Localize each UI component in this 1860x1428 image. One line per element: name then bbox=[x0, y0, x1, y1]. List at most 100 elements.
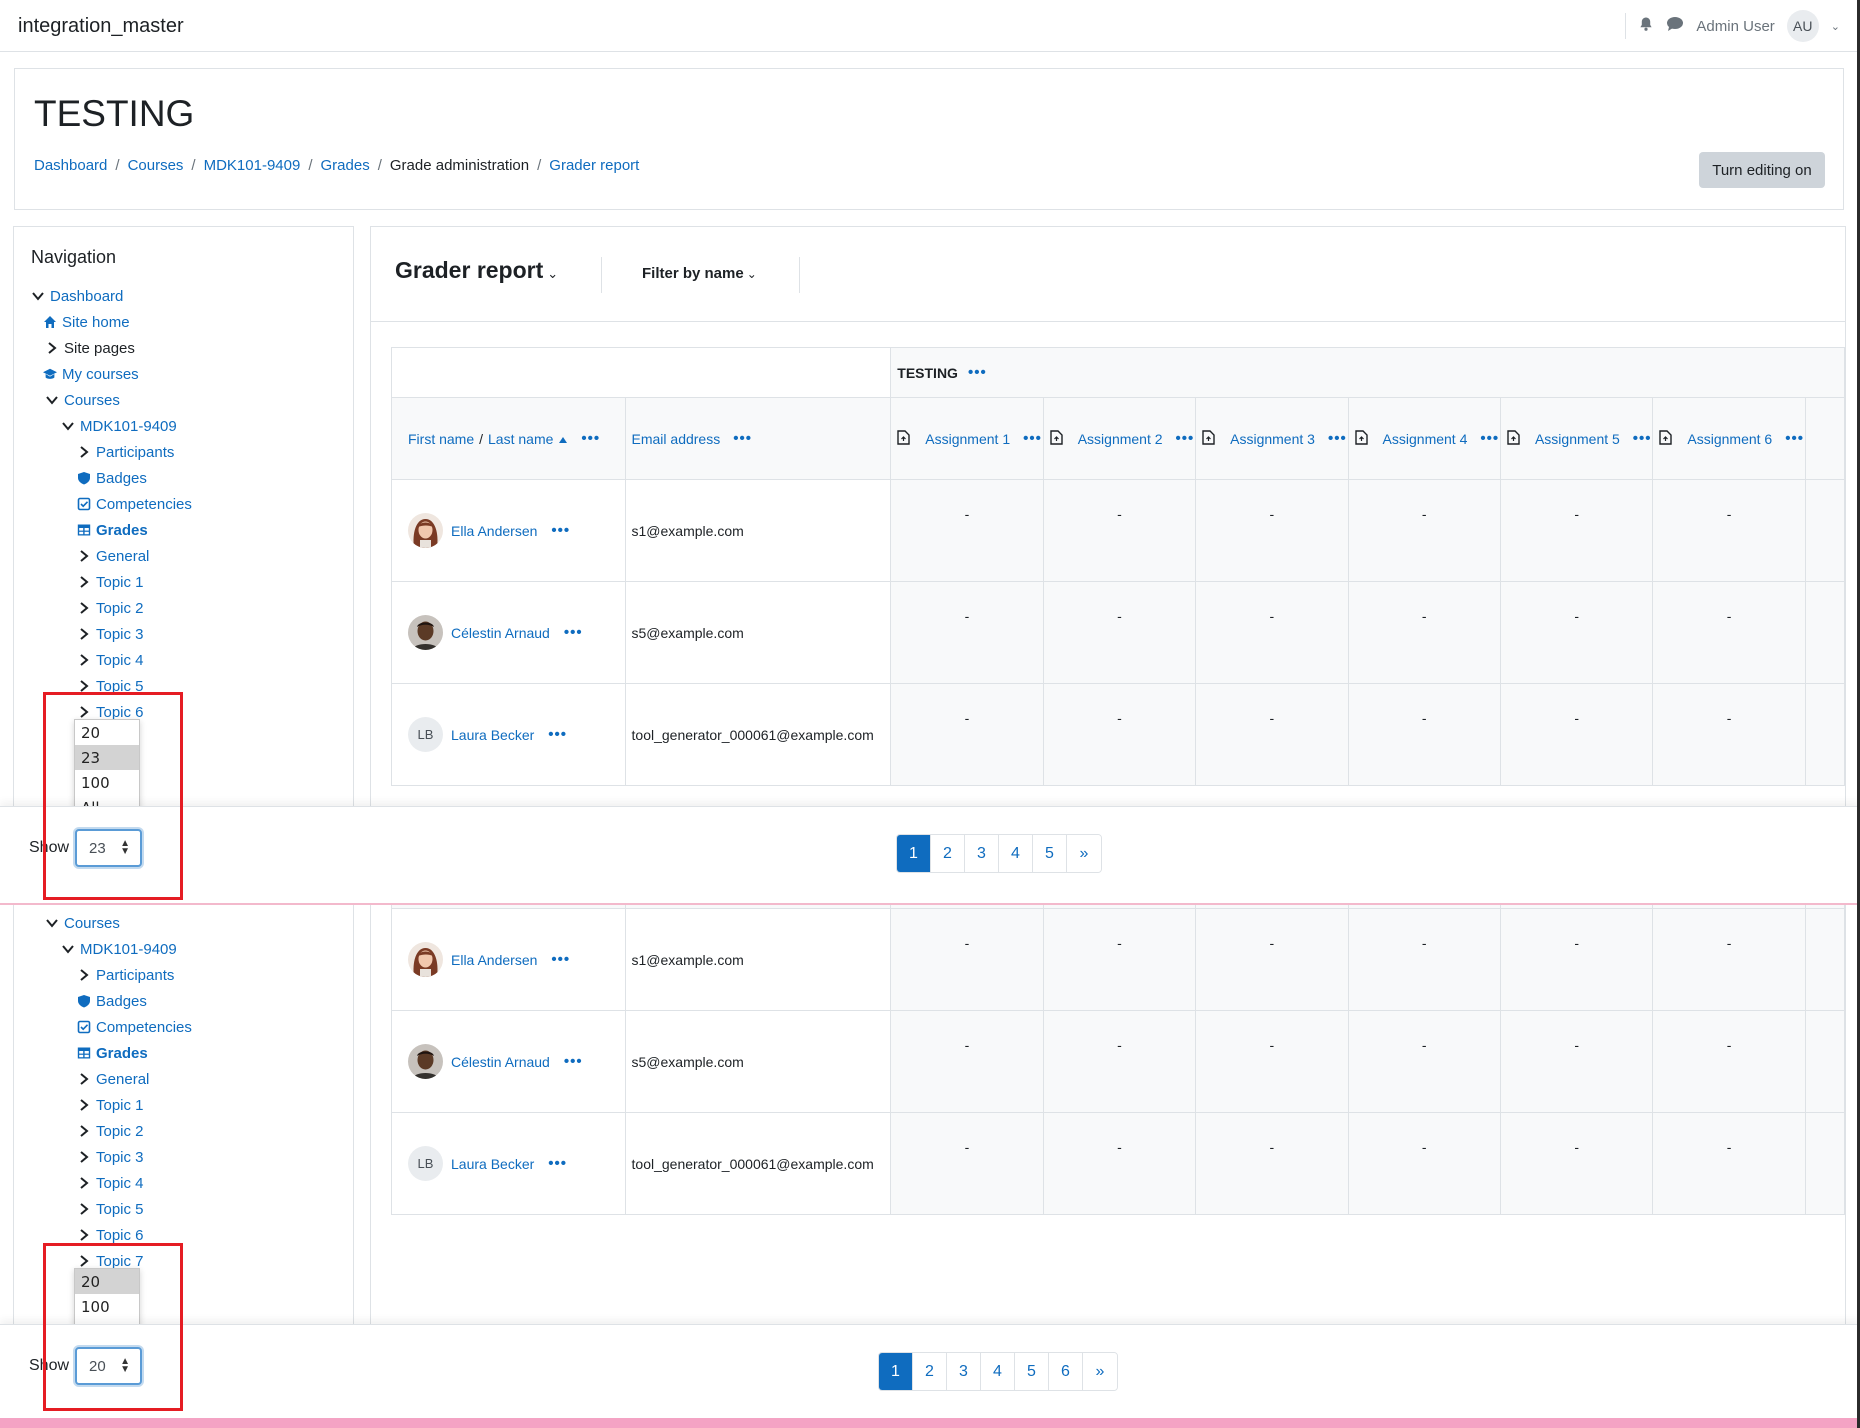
page-link-4[interactable]: 4 bbox=[981, 1353, 1015, 1390]
grade-cell[interactable]: - bbox=[1195, 683, 1349, 786]
nav-item-label[interactable]: Competencies bbox=[96, 1019, 192, 1036]
nav-item-label[interactable]: Topic 1 bbox=[96, 574, 144, 591]
assignment-link[interactable]: Assignment 6 bbox=[1687, 431, 1772, 447]
nav-general[interactable]: General bbox=[76, 1068, 149, 1090]
breadcrumb-courses[interactable]: Courses bbox=[128, 157, 184, 174]
more-actions-icon[interactable]: ••• bbox=[1480, 430, 1499, 447]
more-actions-icon[interactable]: ••• bbox=[548, 726, 567, 743]
nav-item-label[interactable]: Topic 6 bbox=[96, 704, 144, 721]
grade-cell[interactable]: - bbox=[1195, 908, 1349, 1011]
grade-cell[interactable]: - bbox=[1042, 683, 1197, 786]
nav-topic-1[interactable]: Topic 1 bbox=[76, 1094, 144, 1116]
nav-item-label[interactable]: Topic 3 bbox=[96, 626, 144, 643]
grade-cell[interactable]: - bbox=[1347, 581, 1501, 684]
per-page-select[interactable]: 23 ▲ ▼ bbox=[75, 829, 142, 867]
breadcrumb-grader-report[interactable]: Grader report bbox=[549, 157, 639, 174]
email-header-link[interactable]: Email address bbox=[632, 431, 721, 447]
nav-topic-2[interactable]: Topic 2 bbox=[76, 597, 144, 619]
student-name-link[interactable]: Célestin Arnaud bbox=[451, 625, 550, 641]
page-link-5[interactable]: 5 bbox=[1033, 835, 1067, 872]
student-name-link[interactable]: Ella Andersen bbox=[451, 523, 537, 539]
grade-cell[interactable]: - bbox=[1195, 581, 1349, 684]
more-actions-icon[interactable]: ••• bbox=[551, 522, 570, 539]
page-link-3[interactable]: 3 bbox=[947, 1353, 981, 1390]
nav-item-label[interactable]: Courses bbox=[64, 392, 120, 409]
chevron-down-icon[interactable]: ⌄ bbox=[1831, 20, 1840, 33]
nav-item-label[interactable]: MDK101-9409 bbox=[80, 418, 177, 435]
grade-cell[interactable]: - bbox=[1652, 1010, 1806, 1113]
nav-badges[interactable]: Badges bbox=[76, 990, 147, 1012]
more-actions-icon[interactable]: ••• bbox=[733, 430, 752, 447]
grade-cell[interactable]: - bbox=[890, 1010, 1044, 1113]
nav-topic-6[interactable]: Topic 6 bbox=[76, 1224, 144, 1246]
student-name-link[interactable]: Ella Andersen bbox=[451, 952, 537, 968]
nav-site-pages[interactable]: Site pages bbox=[44, 337, 135, 359]
chat-bubble-icon[interactable] bbox=[1666, 16, 1684, 37]
grade-cell[interactable]: - bbox=[1347, 479, 1501, 582]
page-link-1[interactable]: 1 bbox=[897, 835, 931, 872]
nav-item-label[interactable]: Topic 4 bbox=[96, 652, 144, 669]
grade-cell[interactable]: - bbox=[890, 479, 1044, 582]
page-link-next[interactable]: » bbox=[1083, 1353, 1117, 1390]
student-name-link[interactable]: Célestin Arnaud bbox=[451, 1054, 550, 1070]
sort-last-name-link[interactable]: Last name bbox=[488, 431, 553, 447]
site-brand[interactable]: integration_master bbox=[18, 15, 184, 38]
nav-dashboard[interactable]: Dashboard bbox=[30, 285, 123, 307]
nav-item-label[interactable]: Participants bbox=[96, 444, 174, 461]
student-name-link[interactable]: Laura Becker bbox=[451, 1156, 534, 1172]
nav-course-mdk101[interactable]: MDK101-9409 bbox=[60, 938, 177, 960]
more-actions-icon[interactable]: ••• bbox=[968, 364, 987, 381]
nav-topic-3[interactable]: Topic 3 bbox=[76, 1146, 144, 1168]
breadcrumb-grades[interactable]: Grades bbox=[321, 157, 370, 174]
per-page-select[interactable]: 20 ▲ ▼ bbox=[75, 1347, 142, 1385]
more-actions-icon[interactable]: ••• bbox=[1176, 430, 1195, 447]
grade-cell[interactable]: - bbox=[1652, 683, 1806, 786]
nav-item-label[interactable]: Topic 2 bbox=[96, 600, 144, 617]
nav-participants[interactable]: Participants bbox=[76, 441, 174, 463]
page-link-3[interactable]: 3 bbox=[965, 835, 999, 872]
grade-cell[interactable]: - bbox=[1042, 1112, 1197, 1215]
nav-grades[interactable]: Grades bbox=[76, 1042, 148, 1064]
assignment-link[interactable]: Assignment 3 bbox=[1230, 431, 1315, 447]
nav-item-label[interactable]: General bbox=[96, 548, 149, 565]
nav-general[interactable]: General bbox=[76, 545, 149, 567]
more-actions-icon[interactable]: ••• bbox=[564, 1053, 583, 1070]
nav-item-label[interactable]: Grades bbox=[96, 522, 148, 539]
grade-cell[interactable]: - bbox=[890, 908, 1044, 1011]
grade-cell[interactable]: - bbox=[1499, 1010, 1654, 1113]
grade-cell[interactable]: - bbox=[1652, 1112, 1806, 1215]
breadcrumb-course[interactable]: MDK101-9409 bbox=[204, 157, 301, 174]
nav-item-label[interactable]: Topic 3 bbox=[96, 1149, 144, 1166]
nav-item-label[interactable]: Grades bbox=[96, 1045, 148, 1062]
nav-item-label[interactable]: Site home bbox=[62, 314, 130, 331]
nav-topic-2[interactable]: Topic 2 bbox=[76, 1120, 144, 1142]
nav-item-label[interactable]: Participants bbox=[96, 967, 174, 984]
nav-item-label[interactable]: General bbox=[96, 1071, 149, 1088]
grade-cell[interactable]: - bbox=[1347, 908, 1501, 1011]
page-link-4[interactable]: 4 bbox=[999, 835, 1033, 872]
grade-cell[interactable]: - bbox=[1499, 683, 1654, 786]
nav-my-courses[interactable]: My courses bbox=[42, 363, 139, 385]
breadcrumb-dashboard[interactable]: Dashboard bbox=[34, 157, 107, 174]
nav-item-label[interactable]: Badges bbox=[96, 993, 147, 1010]
grade-cell[interactable]: - bbox=[890, 1112, 1044, 1215]
assignment-link[interactable]: Assignment 4 bbox=[1383, 431, 1468, 447]
nav-item-label[interactable]: Topic 7 bbox=[96, 1253, 144, 1270]
nav-topic-4[interactable]: Topic 4 bbox=[76, 649, 144, 671]
nav-badges[interactable]: Badges bbox=[76, 467, 147, 489]
nav-item-label[interactable]: Topic 5 bbox=[96, 1201, 144, 1218]
grade-cell[interactable]: - bbox=[1042, 581, 1197, 684]
more-actions-icon[interactable]: ••• bbox=[548, 1155, 567, 1172]
grade-cell[interactable]: - bbox=[1499, 581, 1654, 684]
nav-courses[interactable]: Courses bbox=[44, 912, 120, 934]
filter-by-name-button[interactable]: Filter by name ⌄ bbox=[642, 265, 757, 282]
nav-competencies[interactable]: Competencies bbox=[76, 1016, 192, 1038]
page-link-next[interactable]: » bbox=[1067, 835, 1101, 872]
grade-cell[interactable]: - bbox=[1042, 908, 1197, 1011]
nav-item-label[interactable]: Dashboard bbox=[50, 288, 123, 305]
bell-icon[interactable] bbox=[1638, 16, 1654, 37]
student-name-link[interactable]: Laura Becker bbox=[451, 727, 534, 743]
nav-item-label[interactable]: Topic 4 bbox=[96, 1175, 144, 1192]
grade-cell[interactable]: - bbox=[1195, 1112, 1349, 1215]
grade-cell[interactable]: - bbox=[1652, 908, 1806, 1011]
